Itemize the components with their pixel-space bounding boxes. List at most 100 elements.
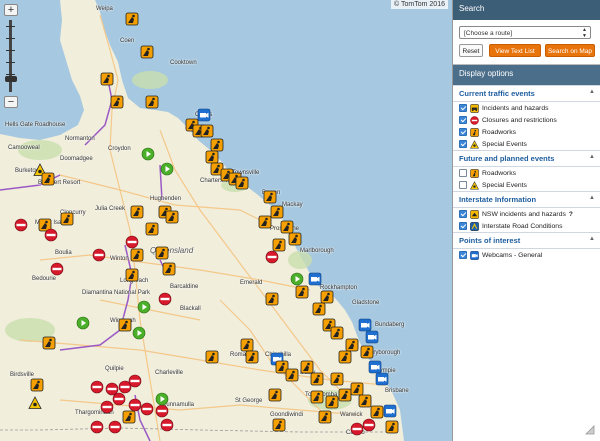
roadworks-marker-icon[interactable] — [42, 336, 56, 350]
roadworks-marker-icon[interactable] — [330, 326, 344, 340]
layer-checkbox[interactable] — [459, 140, 467, 148]
layer-checkbox[interactable] — [459, 104, 467, 112]
roadworks-marker-icon[interactable] — [270, 205, 284, 219]
roadworks-marker-icon[interactable] — [310, 372, 324, 386]
roadworks-marker-icon[interactable] — [41, 172, 55, 186]
view-text-list-button[interactable]: View Text List — [489, 44, 541, 57]
roadworks-marker-icon[interactable] — [145, 222, 159, 236]
closure-marker-icon[interactable] — [14, 218, 28, 232]
reset-button[interactable]: Reset — [459, 44, 483, 57]
roadworks-marker-icon[interactable] — [330, 372, 344, 386]
webcam-marker-icon[interactable] — [197, 108, 211, 122]
layer-checkbox[interactable] — [459, 169, 467, 177]
closure-marker-icon[interactable] — [265, 250, 279, 264]
roadworks-marker-icon[interactable] — [165, 210, 179, 224]
closure-marker-icon[interactable] — [90, 380, 104, 394]
roadworks-marker-icon[interactable] — [272, 238, 286, 252]
layer-checkbox[interactable] — [459, 181, 467, 189]
green-arrow-marker-icon[interactable] — [155, 392, 169, 406]
special-event-marker-icon[interactable] — [28, 396, 42, 410]
roadworks-marker-icon[interactable] — [130, 205, 144, 219]
green-arrow-marker-icon[interactable] — [290, 272, 304, 286]
closure-marker-icon[interactable] — [44, 228, 58, 242]
roadworks-marker-icon[interactable] — [125, 268, 139, 282]
help-icon[interactable]: ? — [569, 211, 573, 218]
display-option-row[interactable]: Interstate Road Conditions — [453, 220, 600, 232]
green-arrow-marker-icon[interactable] — [137, 300, 151, 314]
roadworks-marker-icon[interactable] — [245, 350, 259, 364]
zoom-in-button[interactable]: + — [4, 4, 18, 16]
layer-checkbox[interactable] — [459, 251, 467, 259]
resize-corner-icon[interactable] — [584, 424, 596, 438]
section-header[interactable]: Future and planned events ▲ — [453, 150, 600, 167]
closure-marker-icon[interactable] — [155, 404, 169, 418]
collapse-caret-icon[interactable]: ▲ — [589, 154, 595, 160]
closure-marker-icon[interactable] — [92, 248, 106, 262]
zoom-control[interactable]: + − — [4, 4, 18, 108]
traffic-map[interactable]: Weipa Coen Cooktown Normanton Croydon Ca… — [0, 0, 452, 441]
roadworks-marker-icon[interactable] — [125, 12, 139, 26]
closure-marker-icon[interactable] — [362, 418, 376, 432]
collapse-caret-icon[interactable]: ▲ — [589, 236, 595, 242]
roadworks-marker-icon[interactable] — [140, 45, 154, 59]
roadworks-marker-icon[interactable] — [130, 248, 144, 262]
roadworks-marker-icon[interactable] — [385, 420, 399, 434]
display-option-row[interactable]: Webcams - General — [453, 249, 600, 261]
webcam-marker-icon[interactable] — [375, 372, 389, 386]
display-option-row[interactable]: Closures and restrictions — [453, 114, 600, 126]
roadworks-marker-icon[interactable] — [318, 410, 332, 424]
webcam-marker-icon[interactable] — [308, 272, 322, 286]
layer-checkbox[interactable] — [459, 128, 467, 136]
closure-marker-icon[interactable] — [158, 292, 172, 306]
closure-marker-icon[interactable] — [160, 418, 174, 432]
roadworks-marker-icon[interactable] — [360, 345, 374, 359]
closure-marker-icon[interactable] — [140, 402, 154, 416]
roadworks-marker-icon[interactable] — [312, 302, 326, 316]
display-option-row[interactable]: Special Events — [453, 138, 600, 150]
green-arrow-marker-icon[interactable] — [132, 326, 146, 340]
roadworks-marker-icon[interactable] — [295, 285, 309, 299]
roadworks-marker-icon[interactable] — [285, 368, 299, 382]
roadworks-marker-icon[interactable] — [162, 262, 176, 276]
display-option-row[interactable]: Incidents and hazards — [453, 102, 600, 114]
closure-marker-icon[interactable] — [90, 420, 104, 434]
roadworks-marker-icon[interactable] — [338, 350, 352, 364]
roadworks-marker-icon[interactable] — [235, 176, 249, 190]
section-header[interactable]: Points of interest ▲ — [453, 232, 600, 249]
roadworks-marker-icon[interactable] — [30, 378, 44, 392]
roadworks-marker-icon[interactable] — [288, 232, 302, 246]
collapse-caret-icon[interactable]: ▲ — [589, 195, 595, 201]
roadworks-marker-icon[interactable] — [122, 410, 136, 424]
section-header[interactable]: Interstate Information ▲ — [453, 191, 600, 208]
roadworks-marker-icon[interactable] — [325, 395, 339, 409]
closure-marker-icon[interactable] — [100, 400, 114, 414]
collapse-caret-icon[interactable]: ▲ — [589, 89, 595, 95]
roadworks-marker-icon[interactable] — [118, 318, 132, 332]
layer-checkbox[interactable] — [459, 210, 467, 218]
roadworks-marker-icon[interactable] — [60, 212, 74, 226]
roadworks-marker-icon[interactable] — [110, 95, 124, 109]
webcam-marker-icon[interactable] — [365, 330, 379, 344]
roadworks-marker-icon[interactable] — [272, 418, 286, 432]
display-option-row[interactable]: Special Events — [453, 179, 600, 191]
closure-marker-icon[interactable] — [112, 392, 126, 406]
roadworks-marker-icon[interactable] — [265, 292, 279, 306]
closure-marker-icon[interactable] — [128, 374, 142, 388]
roadworks-marker-icon[interactable] — [263, 190, 277, 204]
display-option-row[interactable]: Roadworks — [453, 167, 600, 179]
roadworks-marker-icon[interactable] — [205, 350, 219, 364]
closure-marker-icon[interactable] — [108, 420, 122, 434]
display-option-row[interactable]: NSW incidents and hazards? — [453, 208, 600, 220]
green-arrow-marker-icon[interactable] — [141, 147, 155, 161]
roadworks-marker-icon[interactable] — [268, 388, 282, 402]
closure-marker-icon[interactable] — [125, 235, 139, 249]
green-arrow-marker-icon[interactable] — [76, 316, 90, 330]
green-arrow-marker-icon[interactable] — [160, 162, 174, 176]
search-on-map-button[interactable]: Search on Map — [545, 44, 595, 57]
display-option-row[interactable]: Roadworks — [453, 126, 600, 138]
route-select[interactable]: [Choose a route] ▲ ▼ — [459, 26, 591, 39]
roadworks-marker-icon[interactable] — [200, 124, 214, 138]
roadworks-marker-icon[interactable] — [155, 246, 169, 260]
roadworks-marker-icon[interactable] — [310, 390, 324, 404]
webcam-marker-icon[interactable] — [383, 404, 397, 418]
